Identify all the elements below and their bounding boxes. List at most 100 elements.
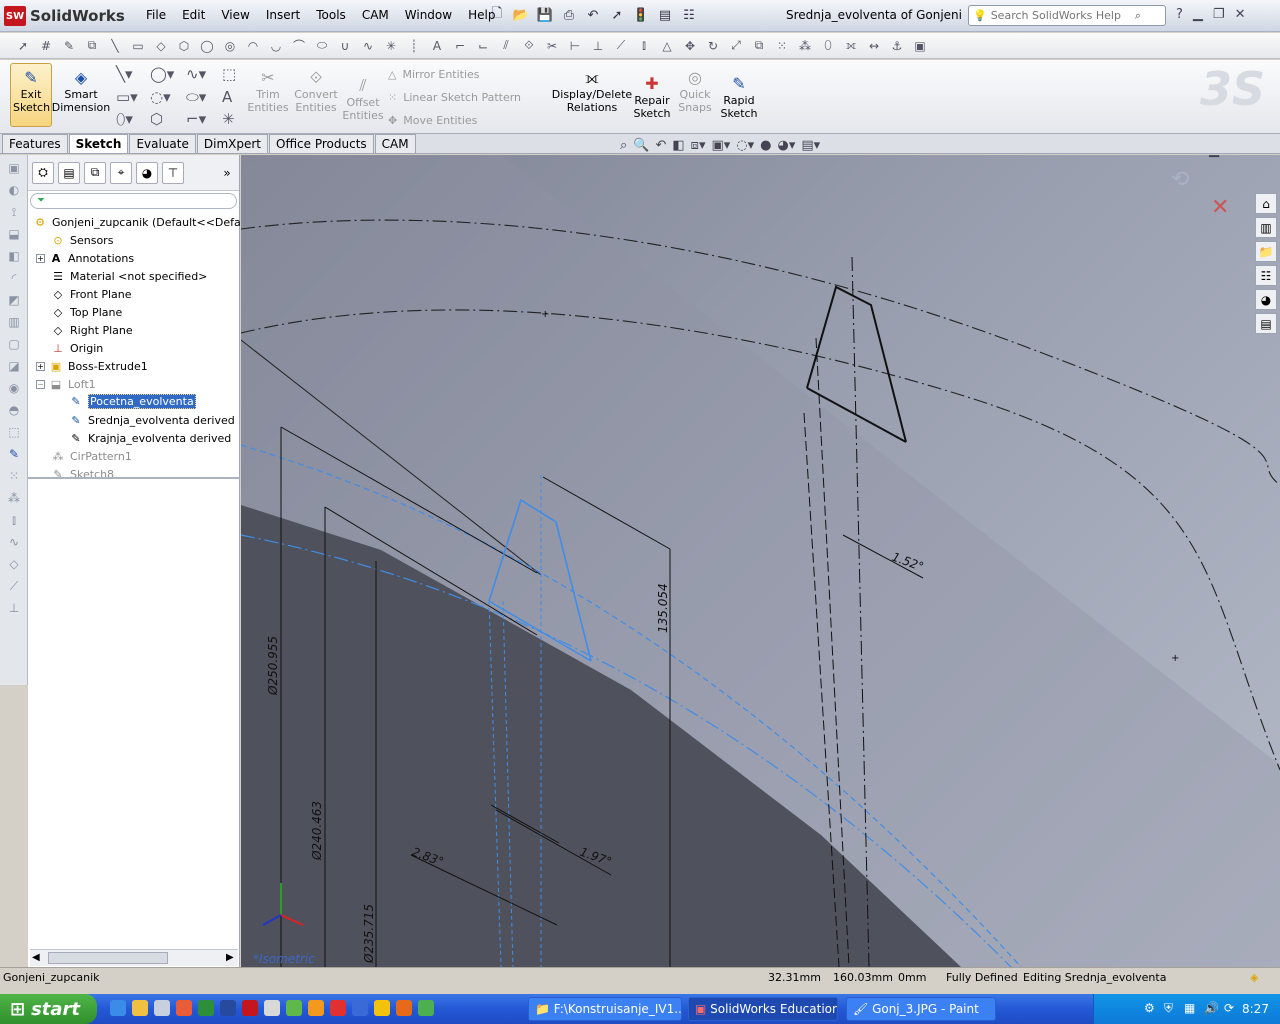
tree-horizontal-scrollbar[interactable]: ◀ ▶ [30, 949, 238, 966]
collapse-icon[interactable]: − [36, 379, 45, 389]
view-palette-icon[interactable]: ☷ [1255, 265, 1277, 286]
centerpoint-arc-icon[interactable]: ◠ [244, 37, 262, 55]
curves-icon[interactable]: ∿ [4, 533, 24, 551]
dim-diameter-2[interactable]: Ø240.463 [310, 801, 324, 861]
coordinate-system-icon[interactable]: ⊥ [4, 599, 24, 617]
mirror-icon[interactable]: ⫾ [635, 37, 653, 55]
tree-item-annotations[interactable]: + A Annotations [36, 249, 134, 267]
save-icon[interactable]: 💾 [536, 6, 554, 24]
3point-arc-icon[interactable]: ⌒ [290, 37, 308, 55]
fillet-tool-icon[interactable]: ⌐▾ [186, 110, 206, 128]
rectangle-icon[interactable]: ▭ [129, 37, 147, 55]
green-app-icon[interactable] [418, 1000, 434, 1016]
tab-cam[interactable]: CAM [374, 134, 416, 153]
slot-icon[interactable]: ⬯ [819, 37, 837, 55]
fix-icon[interactable]: ⚓ [888, 37, 906, 55]
player-icon[interactable] [352, 1000, 368, 1016]
polygon-tool-icon[interactable]: ⬡ [150, 110, 163, 128]
tree-filter[interactable]: ⏷ [30, 193, 237, 209]
task-explorer[interactable]: 📁 F:\Konstruisanje_IV1... [528, 997, 682, 1021]
tree-item-origin[interactable]: ⊥ Origin [50, 339, 103, 357]
wrap-icon[interactable]: ⬚ [4, 423, 24, 441]
linear-pattern-icon[interactable]: ⁙ [773, 37, 791, 55]
offset-entities-button[interactable]: ⫽ Offset Entities [342, 74, 384, 122]
tray-app-icon[interactable]: ⚙ [1144, 1001, 1155, 1015]
section-view-icon[interactable]: ◧ [672, 138, 684, 153]
revolve-icon[interactable]: ◐ [4, 181, 24, 199]
repair-sketch-button[interactable]: ✚ Repair Sketch [632, 72, 672, 120]
zoom-area-icon[interactable]: 🔍 [633, 138, 649, 153]
trim-entities-button[interactable]: ✂ Trim Entities [247, 66, 288, 114]
move-icon[interactable]: ✥ [681, 37, 699, 55]
point-tool-icon[interactable]: ✳ [222, 110, 235, 128]
dynamic-mirror-icon[interactable]: △ [658, 37, 676, 55]
fillet-icon[interactable]: ⌐ [451, 37, 469, 55]
sweep-icon[interactable]: ⟟ [4, 203, 24, 221]
display-style-icon[interactable]: ▣▾ [711, 138, 730, 153]
rapid-sketch-button[interactable]: ✎ Rapid Sketch [718, 72, 760, 120]
menu-tools[interactable]: Tools [308, 8, 354, 22]
tree-item-srednja-evolventa[interactable]: ✎ Srednja_evolventa derived [68, 411, 234, 429]
tray-sync-icon[interactable]: ⟳ [1224, 1001, 1234, 1015]
pattern-icon[interactable]: ⁙ [4, 467, 24, 485]
tab-features[interactable]: Features [2, 134, 68, 153]
text-tool-icon[interactable]: A [222, 88, 232, 106]
app-icon[interactable] [154, 1000, 170, 1016]
previous-view-icon[interactable]: ↶ [655, 138, 666, 153]
cut-icon[interactable]: ◧ [4, 247, 24, 265]
expand-panel-icon[interactable]: » [216, 162, 238, 184]
perimeter-circle-icon[interactable]: ◎ [221, 37, 239, 55]
circle-tool-icon[interactable]: ◯▾ [150, 65, 174, 83]
search-input[interactable] [990, 9, 1131, 22]
rotate-icon[interactable]: ↻ [704, 37, 722, 55]
circle-icon[interactable]: ◯ [198, 37, 216, 55]
graphics-area[interactable]: + + Ø250.955 Ø240.463 Ø235.715 135.054 2… [241, 155, 1280, 967]
menu-window[interactable]: Window [397, 8, 460, 22]
convert-entities-button[interactable]: ⟐ Convert Entities [292, 66, 340, 114]
parallelogram-icon[interactable]: ◇ [152, 37, 170, 55]
spline-icon[interactable]: ∿ [359, 37, 377, 55]
zoom-to-fit-icon[interactable]: ⌕ [620, 138, 627, 153]
rebuild-icon[interactable]: 🚦 [632, 6, 650, 24]
tree-item-loft[interactable]: − ⬓ Loft1 [36, 375, 96, 393]
rectangle-tool-icon[interactable]: ▭▾ [116, 88, 138, 106]
tree-root[interactable]: ⚙ Gonjeni_zupcanik (Default<<Default> [32, 213, 264, 231]
expand-icon[interactable]: + [36, 361, 45, 371]
viewport-restore-icon[interactable]: ❐ [1229, 155, 1241, 158]
tray-volume-icon[interactable]: 🔊 [1204, 1001, 1219, 1015]
tray-security-icon[interactable]: ⛨ [1164, 1001, 1173, 1016]
file-properties-icon[interactable]: ▤ [656, 6, 674, 24]
dim-diameter-1[interactable]: Ø250.955 [266, 636, 280, 696]
scroll-right-icon[interactable]: ▶ [226, 952, 234, 963]
minimize-icon[interactable]: ▁ [1193, 7, 1203, 22]
scroll-thumb[interactable] [48, 952, 168, 964]
display-relations-button[interactable]: ⟗ Display/Delete Relations [552, 66, 632, 114]
open-icon[interactable]: 📂 [512, 6, 530, 24]
tree-item-material[interactable]: ☰ Material <not specified> [50, 267, 207, 285]
menu-insert[interactable]: Insert [258, 8, 308, 22]
appearance-icon[interactable]: ● [760, 138, 771, 153]
clock[interactable]: 8:27 [1242, 1002, 1269, 1016]
tree-item-boss-extrude[interactable]: + ▣ Boss-Extrude1 [36, 357, 148, 375]
tree-item-krajnja-evolventa[interactable]: ✎ Krajnja_evolventa derived [68, 429, 231, 447]
tab-evaluate[interactable]: Evaluate [129, 134, 196, 153]
cam-tab-icon[interactable]: ⊤ [162, 161, 184, 184]
slot-tool-icon[interactable]: ⬯▾ [116, 110, 133, 128]
custom-properties-icon[interactable]: ▤ [1255, 313, 1277, 334]
menu-edit[interactable]: Edit [174, 8, 213, 22]
viewport-minimize-icon[interactable]: ▁ [1209, 155, 1219, 158]
exit-sketch-button[interactable]: ✎ Exit Sketch [10, 63, 52, 127]
construction-icon[interactable]: ⟋ [612, 37, 630, 55]
tray-network-icon[interactable]: ▦ [1184, 1001, 1195, 1015]
cancel-corner-icon[interactable]: ✕ [1211, 195, 1229, 220]
copy-icon[interactable]: ⧉ [750, 37, 768, 55]
fillet-feature-icon[interactable]: ◜ [4, 269, 24, 287]
tree-item-pocetna-evolventa[interactable]: ✎ Pocetna_evolventa [68, 392, 196, 410]
firefox-icon[interactable] [396, 1000, 412, 1016]
view-orientation-icon[interactable]: ⧈▾ [691, 138, 706, 153]
new-document-icon[interactable]: 🗋 [488, 6, 506, 24]
ellipse-tool-icon[interactable]: ⬭▾ [186, 88, 206, 106]
hide-show-icon[interactable]: ◌▾ [736, 138, 754, 153]
opera-icon[interactable] [330, 1000, 346, 1016]
property-manager-tab-icon[interactable]: ▤ [58, 161, 80, 184]
